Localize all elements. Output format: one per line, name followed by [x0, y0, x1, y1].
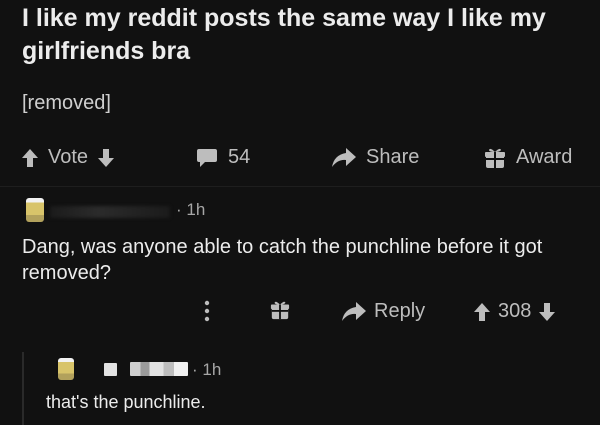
comment-text: Dang, was anyone able to catch the punch…	[22, 236, 543, 284]
comment-count: 54	[228, 146, 251, 168]
vote-label: Vote	[48, 146, 89, 168]
downvote-arrow-icon[interactable]	[539, 302, 556, 321]
comment-score: 308	[498, 300, 532, 322]
gift-icon	[485, 148, 505, 168]
comment-timestamp: · 1h	[176, 200, 206, 219]
reply-text: that's the punchline.	[46, 392, 206, 412]
downvote-arrow-icon[interactable]	[98, 148, 115, 167]
reply-avatar[interactable]	[58, 358, 74, 380]
share-button[interactable]: Share	[332, 146, 419, 169]
section-divider	[0, 186, 600, 187]
reply-arrow-icon	[342, 301, 366, 321]
reply-thread-line[interactable]	[22, 352, 24, 425]
commenter-username-redacted[interactable]	[50, 206, 170, 218]
reply-button[interactable]: Reply	[342, 300, 425, 323]
comment-bubble-icon	[197, 148, 217, 167]
reply-timestamp: · 1h	[192, 360, 222, 379]
post-body: [removed]	[22, 92, 111, 114]
post-title[interactable]: I like my reddit posts the same way I li…	[22, 2, 582, 68]
reply-label: Reply	[374, 300, 426, 322]
vertical-ellipsis-icon	[204, 300, 210, 322]
comments-button[interactable]: 54	[196, 146, 250, 169]
comment-action-bar: Reply 308	[0, 296, 600, 332]
share-arrow-icon	[332, 147, 356, 167]
reply-username-redacted[interactable]	[130, 362, 188, 376]
comment-vote-control: 308	[474, 300, 556, 323]
upvote-arrow-icon[interactable]	[474, 302, 490, 321]
upvote-arrow-icon[interactable]	[22, 148, 38, 167]
user-flair-badge	[104, 363, 117, 376]
vote-control: Vote	[22, 146, 115, 169]
comment-award-button[interactable]	[270, 300, 290, 320]
more-options-button[interactable]	[204, 300, 210, 322]
award-label: Award	[516, 146, 573, 168]
share-label: Share	[366, 146, 420, 168]
gift-icon	[270, 301, 290, 320]
post-action-bar: Vote 54 Share Award	[0, 140, 600, 180]
commenter-avatar[interactable]	[26, 198, 44, 222]
award-button[interactable]: Award	[484, 146, 572, 169]
